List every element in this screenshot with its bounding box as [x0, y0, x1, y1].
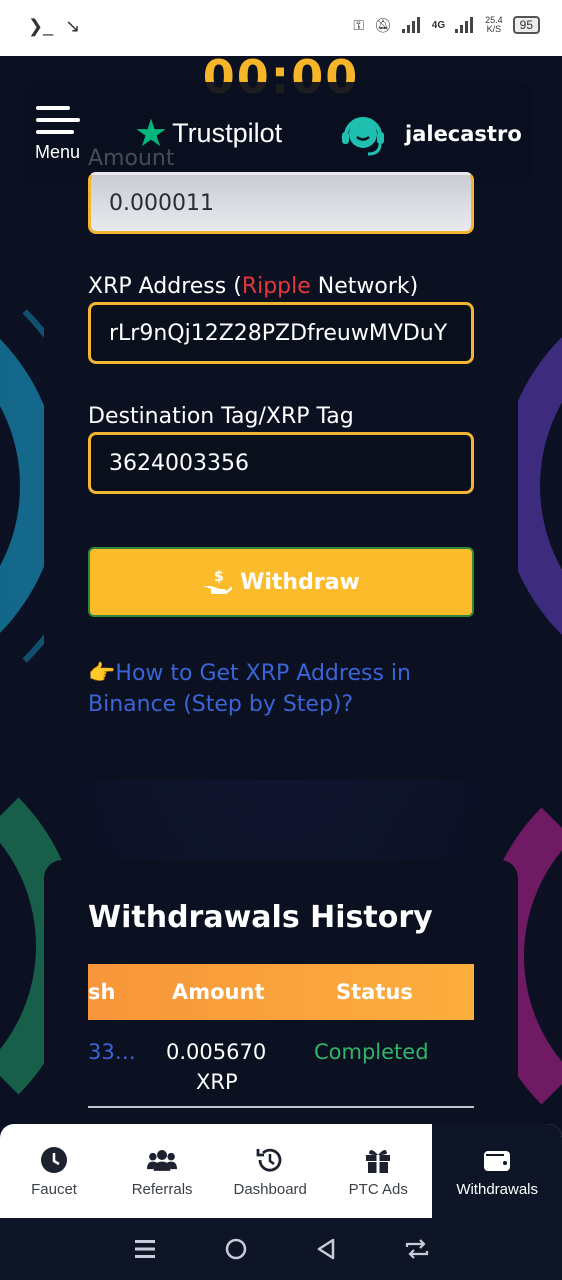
home-icon[interactable] [223, 1236, 249, 1262]
help-link-text: How to Get XRP Address in Binance (Step … [88, 661, 411, 717]
history-title: Withdrawals History [88, 900, 433, 935]
trustpilot-text: Trustpilot [172, 117, 283, 148]
clock-icon [41, 1146, 68, 1173]
nav-item-faucet[interactable]: Faucet [0, 1124, 108, 1218]
nav-label-dashboard: Dashboard [233, 1180, 307, 1198]
column-header-status: Status [336, 980, 413, 1004]
terminal-icon: ❯_ [28, 16, 54, 36]
mute-icon: 🔕︎ [373, 16, 392, 33]
users-icon [147, 1149, 178, 1171]
net-speed-unit: K/S [486, 24, 502, 34]
svg-text:$: $ [214, 569, 224, 585]
wallet-icon [484, 1150, 511, 1171]
status-right: ⚿ 🔕︎ 4G 25.4 K/S 95 [353, 16, 540, 34]
destination-tag-label: Destination Tag/XRP Tag [88, 404, 354, 429]
nav-item-dashboard[interactable]: Dashboard [216, 1124, 324, 1218]
hand-dollar-icon: $ [203, 569, 233, 594]
destination-tag-field[interactable]: 3624003356 [88, 432, 474, 494]
signal-icon [401, 17, 422, 33]
support-headset-icon[interactable] [338, 110, 388, 160]
system-nav-bar [0, 1218, 562, 1280]
row-divider [88, 1106, 474, 1108]
nav-label-ptc-ads: PTC Ads [348, 1180, 408, 1198]
withdraw-button-label: Withdraw [240, 569, 360, 595]
column-header-amount: Amount [172, 980, 265, 1004]
network-type: 4G [431, 19, 446, 31]
status-left: ❯_ ↘ [28, 16, 80, 37]
key-icon: ⚿ [353, 16, 364, 33]
menu-label[interactable]: Menu [35, 142, 80, 163]
nav-item-referrals[interactable]: Referrals [108, 1124, 216, 1218]
xrp-label-network: Ripple [241, 274, 311, 299]
nav-item-withdrawals[interactable]: Withdrawals [432, 1124, 562, 1218]
row-status: Completed [314, 1040, 429, 1064]
missed-call-icon: ↘ [65, 16, 81, 36]
gift-icon [366, 1149, 391, 1173]
battery-indicator: 95 [512, 16, 540, 34]
nav-label-faucet: Faucet [31, 1180, 77, 1198]
pointing-hand-icon: 👉 [88, 661, 116, 686]
back-icon[interactable] [313, 1236, 339, 1262]
xrp-address-label: XRP Address (Ripple Network) [88, 274, 418, 299]
rotate-icon[interactable] [404, 1236, 430, 1262]
menu-bar [36, 106, 70, 110]
amount-field[interactable]: 0.000011 [88, 172, 474, 234]
xrp-label-prefix: XRP Address ( [88, 274, 242, 299]
status-bar: ❯_ ↘ ⚿ 🔕︎ 4G 25.4 K/S 95 [0, 0, 562, 56]
menu-bar [36, 118, 80, 122]
history-table-header: sh Amount Status [88, 964, 474, 1020]
signal-icon-2 [455, 17, 475, 33]
help-link[interactable]: 👉How to Get XRP Address in Binance (Step… [88, 658, 458, 720]
withdraw-button[interactable]: $ Withdraw [88, 547, 474, 617]
row-hash[interactable]: 33… [88, 1040, 136, 1064]
amount-label: Amount [88, 146, 175, 171]
row-currency: XRP [196, 1070, 238, 1094]
column-header-hash: sh [88, 980, 116, 1004]
username[interactable]: jalecastro [405, 122, 522, 146]
nav-label-referrals: Referrals [131, 1180, 193, 1198]
row-amount: 0.005670 [166, 1040, 267, 1064]
net-speed: 25.4 K/S [485, 16, 503, 34]
xrp-address-field[interactable]: rLr9nQj12Z28PZDfreuwMVDuY [88, 302, 474, 364]
menu-bar [36, 130, 74, 134]
nav-item-ptc-ads[interactable]: PTC Ads [324, 1124, 432, 1218]
xrp-label-suffix: Network) [310, 274, 419, 299]
table-row: 33… 0.005670 XRP Completed [88, 1036, 474, 1106]
nav-label-withdrawals: Withdrawals [456, 1180, 538, 1198]
history-icon [256, 1148, 282, 1172]
recent-apps-icon[interactable] [132, 1236, 158, 1262]
bottom-nav: Faucet Referrals Dashboard PTC Ads Withd… [0, 1124, 562, 1218]
